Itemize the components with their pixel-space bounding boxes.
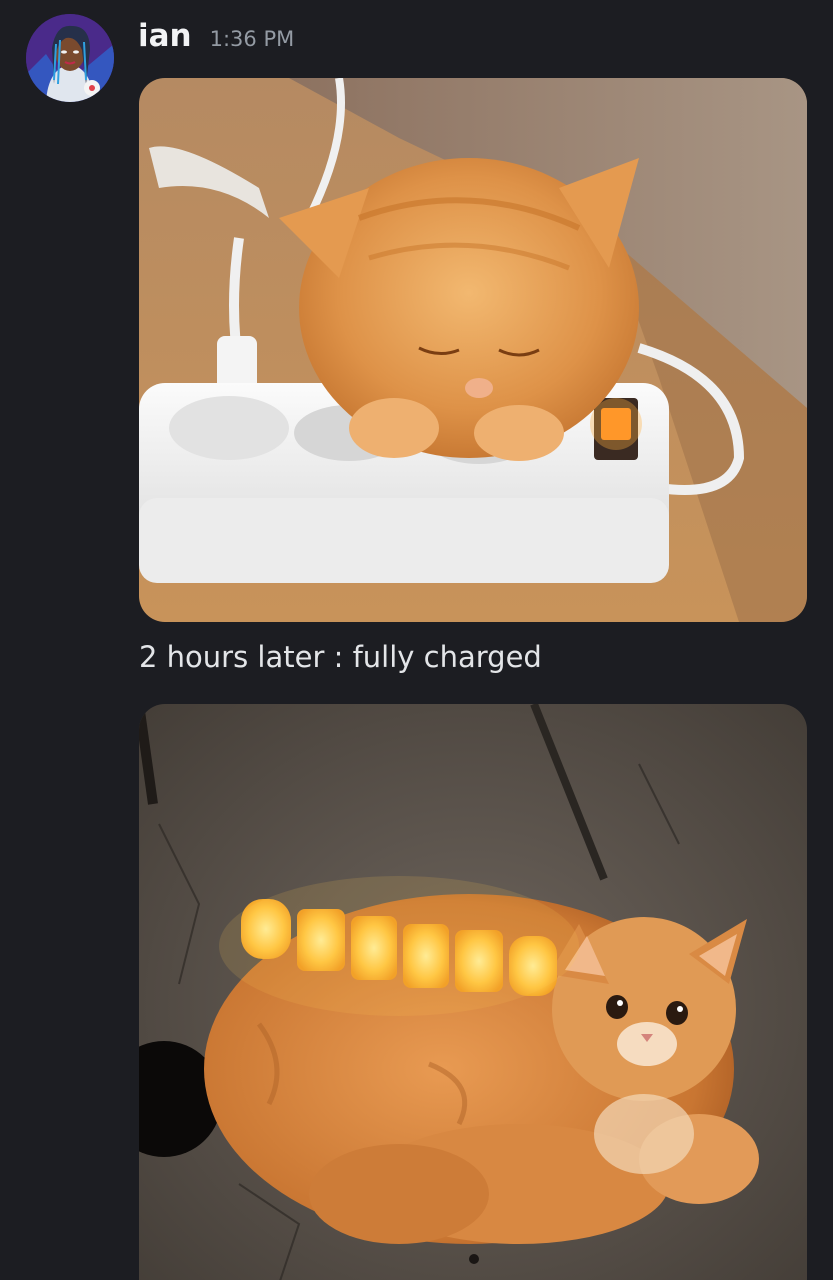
image-attachment-cat-battery[interactable] bbox=[139, 704, 807, 1280]
timestamp[interactable]: 1:36 PM bbox=[210, 27, 295, 51]
avatar[interactable] bbox=[26, 14, 114, 102]
kitten-power-strip-image bbox=[139, 78, 807, 622]
cat-battery-image bbox=[139, 704, 807, 1280]
message-text: 2 hours later : fully charged bbox=[139, 640, 542, 674]
image-attachment-kitten-power-strip[interactable] bbox=[139, 78, 807, 622]
avatar-portrait-icon bbox=[26, 14, 114, 102]
username[interactable]: ian bbox=[138, 18, 192, 54]
message-header: ian 1:36 PM bbox=[138, 18, 294, 62]
chat-message: ian 1:36 PM 2 hours later: fully charge… bbox=[0, 0, 833, 1280]
